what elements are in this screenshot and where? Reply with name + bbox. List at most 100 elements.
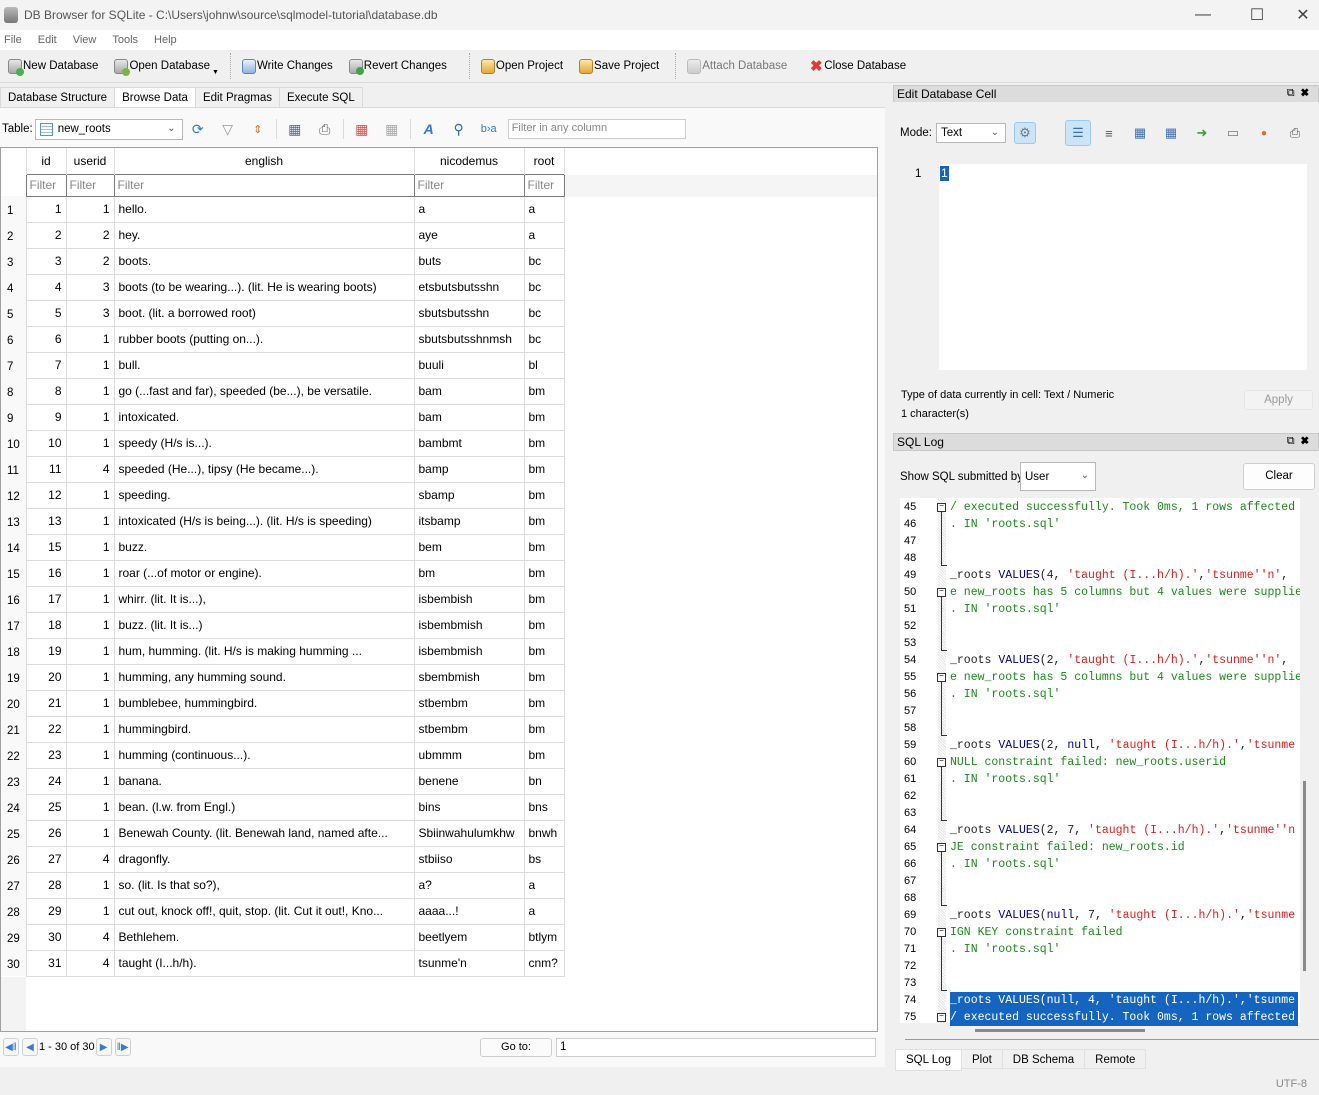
float-dock-icon[interactable]: ⧉ xyxy=(1287,435,1301,447)
cell-root[interactable]: bm xyxy=(524,638,565,665)
cell-id[interactable]: 16 xyxy=(26,560,67,587)
row-number[interactable]: 2 xyxy=(1,222,27,248)
table-row[interactable]: 8 8 1 go (...fast and far), speeded (be...)… xyxy=(1,378,565,405)
cell-id[interactable]: 12 xyxy=(26,482,67,509)
cell-userid[interactable]: 1 xyxy=(66,404,115,431)
cell-userid[interactable]: 1 xyxy=(66,664,115,691)
cell-nicodemus[interactable]: stbembm xyxy=(414,690,525,717)
cell-english[interactable]: bumblebee, hummingbird. xyxy=(114,690,415,717)
cell-userid[interactable]: 1 xyxy=(66,508,115,535)
delete-record-icon[interactable]: ▦ xyxy=(382,119,402,139)
cell-userid[interactable]: 4 xyxy=(66,456,115,483)
cell-english[interactable]: bean. (l.w. from Engl.) xyxy=(114,794,415,821)
import-file-icon[interactable]: ▦ xyxy=(1127,120,1153,146)
cell-userid[interactable]: 1 xyxy=(66,612,115,639)
cell-nicodemus[interactable]: tsunme'n xyxy=(414,950,525,977)
cell-root[interactable]: a xyxy=(524,222,565,249)
filter-english-input[interactable]: Filter xyxy=(113,173,415,197)
row-number[interactable]: 28 xyxy=(1,898,27,924)
log-line[interactable]: 69 _roots VALUES(null, 7, 'taught (I...h/… xyxy=(900,907,1300,924)
row-number[interactable]: 10 xyxy=(1,430,27,456)
row-number[interactable]: 22 xyxy=(1,742,27,768)
cell-id[interactable]: 11 xyxy=(26,456,67,483)
cell-english[interactable]: humming (continuous...). xyxy=(114,742,415,769)
cell-id[interactable]: 15 xyxy=(26,534,67,561)
cell-id[interactable]: 23 xyxy=(26,742,67,769)
cell-userid[interactable]: 1 xyxy=(66,638,115,665)
close-dock-icon[interactable]: ✖ xyxy=(1301,435,1315,447)
cell-id[interactable]: 6 xyxy=(26,326,67,353)
cell-root[interactable]: bm xyxy=(524,716,565,743)
cell-english[interactable]: speeded (He...), tipsy (He became...). xyxy=(114,456,415,483)
cell-nicodemus[interactable]: bam xyxy=(414,378,525,405)
tab-db-schema[interactable]: DB Schema xyxy=(1001,1049,1086,1069)
cell-root[interactable]: bn xyxy=(524,768,565,795)
log-line[interactable]: 46 . IN 'roots.sql' xyxy=(900,516,1300,533)
table-row[interactable]: 19 20 1 humming, any humming sound. sbembmis… xyxy=(1,664,565,691)
cell-id[interactable]: 27 xyxy=(26,846,67,873)
cell-userid[interactable]: 1 xyxy=(66,690,115,717)
refresh-icon[interactable]: ⟳ xyxy=(188,119,208,139)
cell-english[interactable]: speedy (H/s is...). xyxy=(114,430,415,457)
table-row[interactable]: 7 7 1 bull. buuli bl xyxy=(1,352,565,379)
open-project-button[interactable]: Open Project xyxy=(473,53,571,79)
row-number[interactable]: 16 xyxy=(1,586,27,612)
previous-page-button[interactable]: ◀ xyxy=(22,1038,38,1056)
revert-changes-button[interactable]: Revert Changes xyxy=(341,53,455,79)
cell-id[interactable]: 8 xyxy=(26,378,67,405)
cell-english[interactable]: buzz. xyxy=(114,534,415,561)
menu-edit[interactable]: Edit xyxy=(34,34,65,46)
log-line[interactable]: 74 _roots VALUES(null, 4, 'taught (I...h/… xyxy=(900,992,1300,1009)
log-line[interactable]: 68 xyxy=(900,890,1300,907)
cell-english[interactable]: banana. xyxy=(114,768,415,795)
log-line[interactable]: 66 . IN 'roots.sql' xyxy=(900,856,1300,873)
cell-english[interactable]: cut out, knock off!, quit, stop. (lit. C… xyxy=(114,898,415,925)
log-line[interactable]: 75 / executed successfully. Took 0ms, 1 r… xyxy=(900,1009,1300,1026)
row-number[interactable]: 7 xyxy=(1,352,27,378)
mode-select[interactable]: Text ⌄ xyxy=(935,123,1006,143)
cell-nicodemus[interactable]: stbembm xyxy=(414,716,525,743)
cell-english[interactable]: hey. xyxy=(114,222,415,249)
filter-id-input[interactable]: Filter xyxy=(25,173,67,197)
row-number[interactable]: 19 xyxy=(1,664,27,690)
cell-value-text[interactable]: 1 xyxy=(940,166,949,181)
cell-nicodemus[interactable]: isbembmish xyxy=(414,638,525,665)
cell-root[interactable]: bm xyxy=(524,742,565,769)
fold-toggle-icon[interactable]: − xyxy=(937,758,946,767)
table-row[interactable]: 3 3 2 boots. buts bc xyxy=(1,248,565,275)
cell-nicodemus[interactable]: bins xyxy=(414,794,525,821)
log-line[interactable]: 64 _roots VALUES(2, 7, 'taught (I...h/h).… xyxy=(900,822,1300,839)
row-number[interactable]: 20 xyxy=(1,690,27,716)
row-number[interactable]: 18 xyxy=(1,638,27,664)
cell-english[interactable]: Benewah County. (lit. Benewah land, name… xyxy=(114,820,415,847)
table-row[interactable]: 13 13 1 intoxicated (H/s is being...). (lit… xyxy=(1,508,565,535)
cell-nicodemus[interactable]: sbutsbutsshn xyxy=(414,300,525,327)
cell-root[interactable]: bm xyxy=(524,690,565,717)
cell-root[interactable]: bc xyxy=(524,274,565,301)
font-format-icon[interactable]: A xyxy=(419,119,439,139)
row-number[interactable]: 24 xyxy=(1,794,27,820)
cell-userid[interactable]: 4 xyxy=(66,924,115,951)
column-header-english[interactable]: english xyxy=(114,148,415,174)
table-row[interactable]: 9 9 1 intoxicated. bam bm xyxy=(1,404,565,431)
cell-id[interactable]: 31 xyxy=(26,950,67,977)
row-number[interactable]: 9 xyxy=(1,404,27,430)
table-row[interactable]: 30 31 4 taught (I...h/h). tsunme'n cnm? xyxy=(1,950,565,977)
cell-userid[interactable]: 1 xyxy=(66,716,115,743)
log-line[interactable]: 72 xyxy=(900,958,1300,975)
cell-root[interactable]: bm xyxy=(524,534,565,561)
table-row[interactable]: 23 24 1 banana. benene bn xyxy=(1,768,565,795)
cell-english[interactable]: humming, any humming sound. xyxy=(114,664,415,691)
row-number[interactable]: 26 xyxy=(1,846,27,872)
sql-log-editor[interactable]: 45 / executed successfully. Took 0ms, 1 r… xyxy=(900,498,1300,1026)
clear-cell-icon[interactable]: ● xyxy=(1251,120,1277,146)
row-number[interactable]: 17 xyxy=(1,612,27,638)
table-row[interactable]: 17 18 1 buzz. (lit. It is...) isbembmish bm xyxy=(1,612,565,639)
table-row[interactable]: 15 16 1 roar (...of motor or engine). bm bm xyxy=(1,560,565,587)
cell-root[interactable]: bm xyxy=(524,664,565,691)
log-line[interactable]: 65 JE constraint failed: new_roots.id − xyxy=(900,839,1300,856)
tab-plot[interactable]: Plot xyxy=(960,1049,1003,1069)
cell-id[interactable]: 1 xyxy=(26,196,67,223)
cell-root[interactable]: bm xyxy=(524,560,565,587)
cell-nicodemus[interactable]: a? xyxy=(414,872,525,899)
